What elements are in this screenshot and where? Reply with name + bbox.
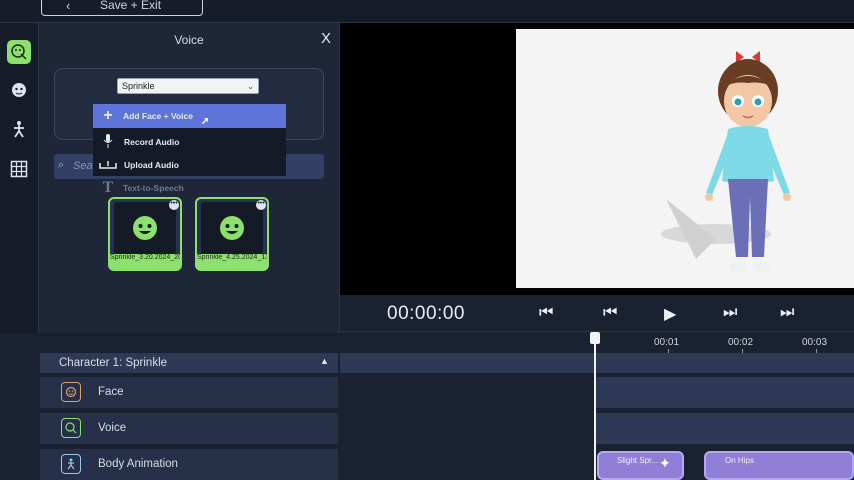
face-icon xyxy=(61,382,81,402)
chevron-down-icon: ⌄ xyxy=(247,82,254,91)
track-name: Body Animation xyxy=(98,458,178,470)
animation-clip[interactable]: On Hips xyxy=(704,451,854,480)
tool-rail xyxy=(0,23,39,333)
face-lane[interactable] xyxy=(596,377,854,408)
cursor-icon: ➚ xyxy=(201,116,210,127)
plus-icon: + xyxy=(103,107,113,124)
skip-to-start-icon[interactable]: ⏮ xyxy=(539,304,553,322)
face-thumbnail xyxy=(201,202,263,254)
playhead[interactable] xyxy=(594,334,596,480)
character-track-lane xyxy=(340,353,854,373)
ruler-tick-label: 00:02 xyxy=(728,337,754,348)
search-icon: ⌕ xyxy=(58,159,65,171)
voice-card[interactable]: ••• Sprinkle_4.25.2024_13.04.58 xyxy=(195,197,269,271)
upload-icon xyxy=(93,158,123,173)
character-track-title: Character 1: Sprinkle xyxy=(59,357,168,369)
more-options-icon[interactable]: ••• xyxy=(256,200,266,210)
scene-tool-icon[interactable] xyxy=(7,157,31,181)
play-icon[interactable]: ▶ xyxy=(664,304,676,324)
save-exit-button[interactable]: ‹ Save + Exit xyxy=(41,0,203,16)
playhead-handle[interactable] xyxy=(590,332,600,344)
character-figure xyxy=(661,51,791,272)
microphone-icon xyxy=(93,133,123,151)
character-select[interactable]: Sprinkle ⌄ xyxy=(117,78,259,94)
previous-frame-icon[interactable]: ⏮ xyxy=(603,304,617,322)
voice-tool-icon[interactable] xyxy=(7,40,31,64)
collapse-icon[interactable]: ▲ xyxy=(320,356,329,366)
clip-label: On Hips xyxy=(725,456,754,465)
next-frame-icon[interactable]: ⏭ xyxy=(723,304,737,322)
track-row-voice[interactable]: Voice xyxy=(40,413,338,444)
close-button[interactable]: X xyxy=(321,30,331,47)
face-tool-icon[interactable] xyxy=(7,78,31,102)
save-exit-label: Save + Exit xyxy=(100,0,162,12)
track-row-body-animation[interactable]: Body Animation xyxy=(40,449,338,480)
back-arrow-icon: ‹ xyxy=(66,0,71,13)
timecode: 00:00:00 xyxy=(387,303,465,324)
clip-label: Slight Spr... xyxy=(617,456,658,465)
animation-clip[interactable]: Slight Spr... ✦ xyxy=(597,451,684,480)
voice-lane[interactable] xyxy=(596,413,854,444)
text-icon: T xyxy=(102,179,114,196)
add-voice-menu: + Add Face + Voice ➚ Record Audio Upload… xyxy=(93,104,286,176)
character-track-header[interactable]: Character 1: Sprinkle ▲ xyxy=(40,353,338,373)
more-options-icon[interactable]: ••• xyxy=(169,200,179,210)
voice-icon xyxy=(61,418,81,438)
track-name: Voice xyxy=(98,422,127,434)
body-icon xyxy=(61,454,81,474)
menu-item-record-audio[interactable]: Record Audio xyxy=(93,130,286,154)
voice-card-label: Sprinkle_4.25.2024_13.04.58 xyxy=(197,254,267,269)
menu-item-label: Record Audio xyxy=(124,137,180,147)
menu-item-label: Upload Audio xyxy=(124,160,179,170)
menu-item-label: Text-to-Speech xyxy=(123,183,184,193)
transport-bar: 00:00:00 ⏮ ⏮ ▶ ⏭ ⏭ xyxy=(340,295,854,331)
panel-title: Voice xyxy=(174,33,204,47)
menu-item-label: Add Face + Voice xyxy=(123,111,193,121)
ruler-tick-label: 00:03 xyxy=(802,337,828,348)
menu-item-upload-audio[interactable]: Upload Audio xyxy=(93,153,286,177)
skip-to-end-icon[interactable]: ⏭ xyxy=(780,304,794,322)
menu-item-add-face-voice[interactable]: + Add Face + Voice ➚ xyxy=(93,104,286,128)
character-select-value: Sprinkle xyxy=(122,81,155,91)
face-thumbnail xyxy=(114,202,176,254)
ruler-tick-label: 00:01 xyxy=(654,337,680,348)
track-row-face[interactable]: Face xyxy=(40,377,338,408)
voice-card[interactable]: ••• Sprinkle_3.20.2024_20.02.02 xyxy=(108,197,182,271)
menu-item-text-to-speech: T Text-to-Speech xyxy=(93,178,286,198)
track-name: Face xyxy=(98,386,124,398)
search-placeholder: Sea xyxy=(73,160,93,172)
voice-card-label: Sprinkle_3.20.2024_20.02.02 xyxy=(110,254,180,269)
body-tool-icon[interactable] xyxy=(7,117,31,141)
character-stage[interactable] xyxy=(516,29,854,288)
sparkle-icon: ✦ xyxy=(659,455,671,471)
